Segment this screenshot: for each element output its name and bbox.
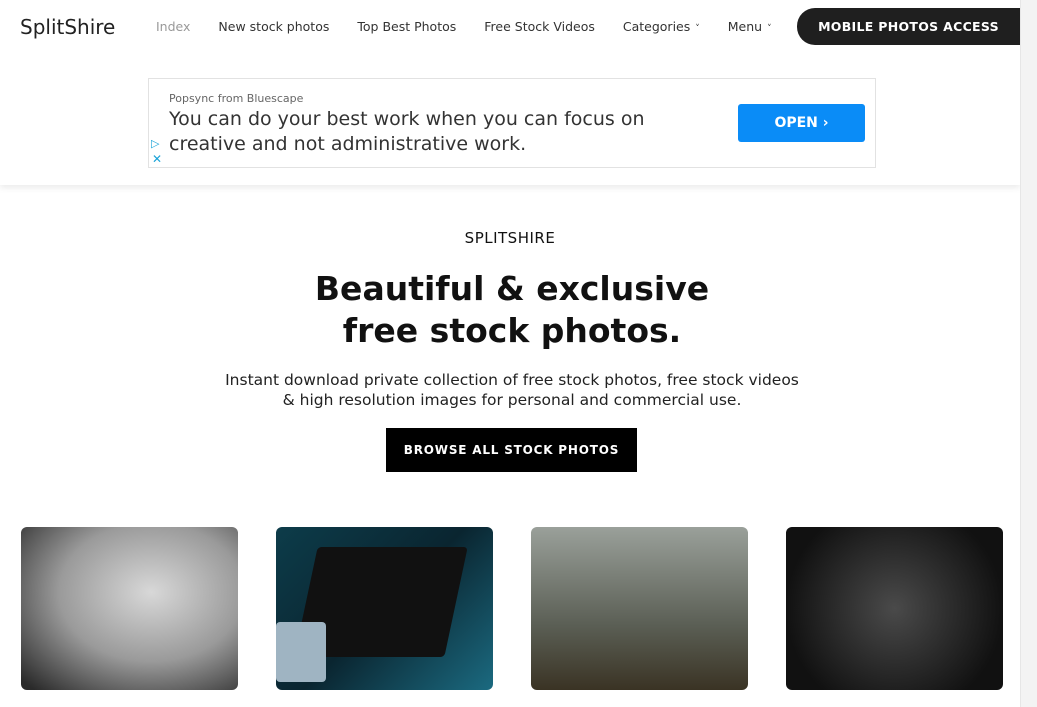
hero-title-line2: free stock photos.: [342, 311, 682, 350]
chevron-down-icon: ˅: [695, 24, 700, 34]
photo-laptop-code[interactable]: [276, 527, 493, 690]
hero-eyebrow: SPLITSHIRE: [464, 229, 556, 247]
ad-sponsor: Popsync from Bluescape: [169, 92, 304, 105]
site-header: SplitShire Index New stock photos Top Be…: [0, 0, 1020, 185]
hero-title: Beautiful & exclusive free stock photos.: [0, 268, 1024, 352]
main-nav: Index New stock photos Top Best Photos F…: [156, 19, 772, 34]
hero-title-line1: Beautiful & exclusive: [314, 269, 710, 308]
scrollbar[interactable]: [1020, 0, 1037, 707]
photo-dark-leaves[interactable]: [786, 527, 1003, 690]
nav-top-best-photos[interactable]: Top Best Photos: [357, 19, 456, 34]
ad-open-button[interactable]: OPEN ›: [738, 104, 865, 142]
nav-index[interactable]: Index: [156, 19, 190, 34]
nav-free-stock-videos[interactable]: Free Stock Videos: [484, 19, 595, 34]
close-icon[interactable]: ✕: [152, 152, 162, 166]
hero-subtitle-line1: Instant download private collection of f…: [225, 371, 799, 389]
browse-all-button[interactable]: BROWSE ALL STOCK PHOTOS: [386, 428, 637, 472]
nav-categories[interactable]: Categories ˅: [623, 19, 700, 34]
hero-subtitle-line2: & high resolution images for personal an…: [282, 391, 742, 409]
mug-shape: [276, 622, 326, 682]
mobile-photos-access-button[interactable]: MOBILE PHOTOS ACCESS: [797, 8, 1020, 45]
hero-subtitle: Instant download private collection of f…: [0, 370, 1024, 410]
chevron-down-icon: ˅: [767, 24, 772, 34]
ad-choices-icon[interactable]: ▷: [151, 137, 159, 150]
nav-menu[interactable]: Menu ˅: [728, 19, 772, 34]
logo[interactable]: SplitShire: [20, 15, 115, 39]
nav-menu-label: Menu: [727, 19, 763, 34]
ad-banner[interactable]: Popsync from Bluescape You can do your b…: [148, 78, 876, 168]
photo-foggy-street[interactable]: [21, 527, 238, 690]
ad-text[interactable]: You can do your best work when you can f…: [169, 107, 689, 157]
photo-misty-forest[interactable]: [531, 527, 748, 690]
nav-new-stock-photos[interactable]: New stock photos: [218, 19, 329, 34]
nav-categories-label: Categories: [622, 19, 691, 34]
